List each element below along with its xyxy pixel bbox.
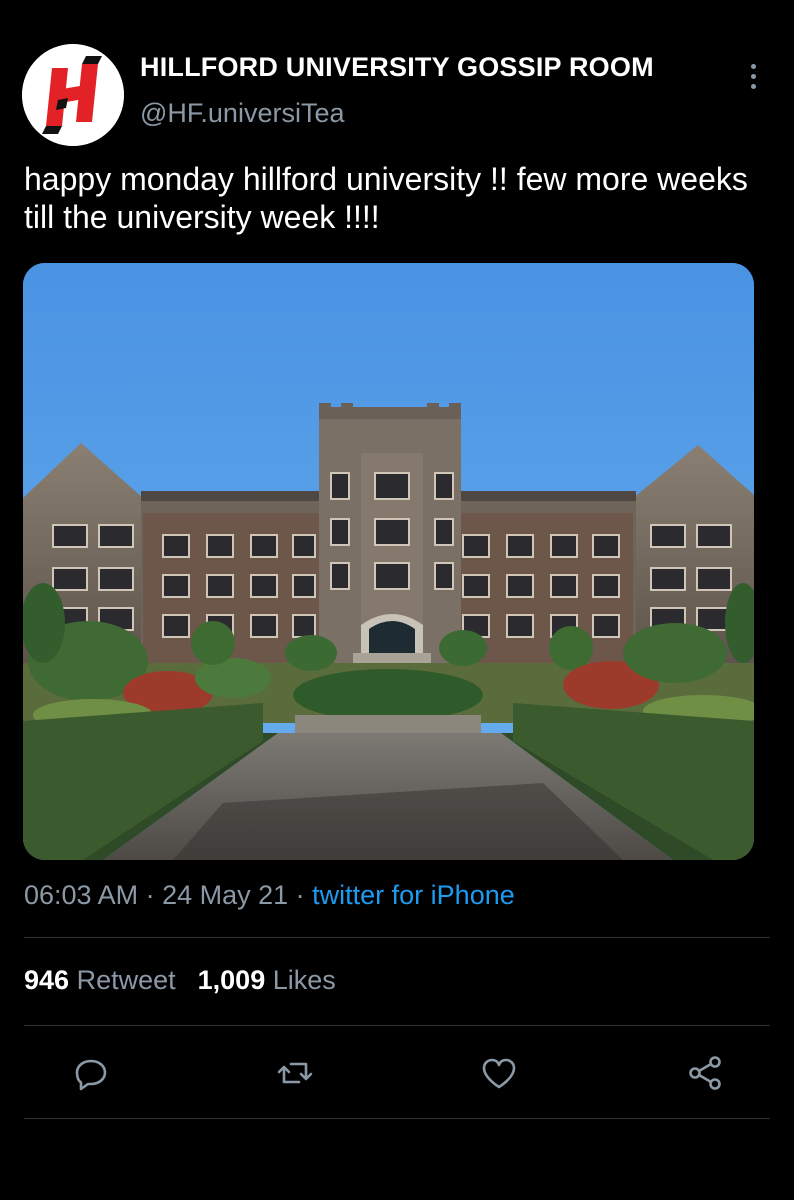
tweet-stats: 946 Retweet 1,009 Likes — [24, 965, 336, 996]
retweet-button[interactable] — [272, 1050, 318, 1096]
display-name[interactable]: HILLFORD UNIVERSITY GOSSIP ROOM — [140, 52, 654, 83]
retweet-stat[interactable]: 946 Retweet — [24, 965, 176, 995]
tweet-timestamp-line: 06:03 AM · 24 May 21 · twitter for iPhon… — [24, 880, 515, 911]
share-icon — [689, 1056, 721, 1090]
retweet-count: 946 — [24, 965, 70, 995]
divider — [24, 937, 770, 938]
meta-separator: · — [288, 880, 313, 910]
reply-icon — [75, 1059, 107, 1091]
more-dot — [750, 83, 756, 89]
retweet-label: Retweet — [76, 965, 176, 995]
reply-button[interactable] — [68, 1050, 114, 1096]
like-button[interactable] — [476, 1050, 522, 1096]
university-building-photo — [23, 263, 754, 860]
like-icon — [482, 1058, 516, 1089]
likes-stat[interactable]: 1,009 Likes — [198, 965, 336, 995]
tweet-text: happy monday hillford university !! few … — [24, 161, 748, 235]
tweet-time[interactable]: 06:03 AM — [24, 880, 138, 910]
avatar[interactable] — [22, 44, 124, 146]
tweet-source-link[interactable]: twitter for iPhone — [312, 880, 515, 910]
meta-separator: · — [138, 880, 163, 910]
tweet-date[interactable]: 24 May 21 — [162, 880, 288, 910]
likes-label: Likes — [272, 965, 336, 995]
user-handle[interactable]: @HF.universiTea — [140, 98, 344, 129]
share-button[interactable] — [682, 1050, 728, 1096]
hillford-logo-icon — [22, 44, 124, 146]
divider — [24, 1025, 770, 1026]
more-dot — [750, 73, 756, 79]
tweet-actions — [0, 1050, 794, 1100]
more-options-icon[interactable] — [738, 58, 768, 94]
tweet-photo[interactable] — [23, 263, 754, 860]
likes-count: 1,009 — [197, 965, 266, 995]
tweet-card: HILLFORD UNIVERSITY GOSSIP ROOM @HF.univ… — [0, 0, 794, 1200]
more-dot — [750, 63, 756, 69]
retweet-icon — [277, 1062, 313, 1084]
divider — [24, 1118, 770, 1119]
